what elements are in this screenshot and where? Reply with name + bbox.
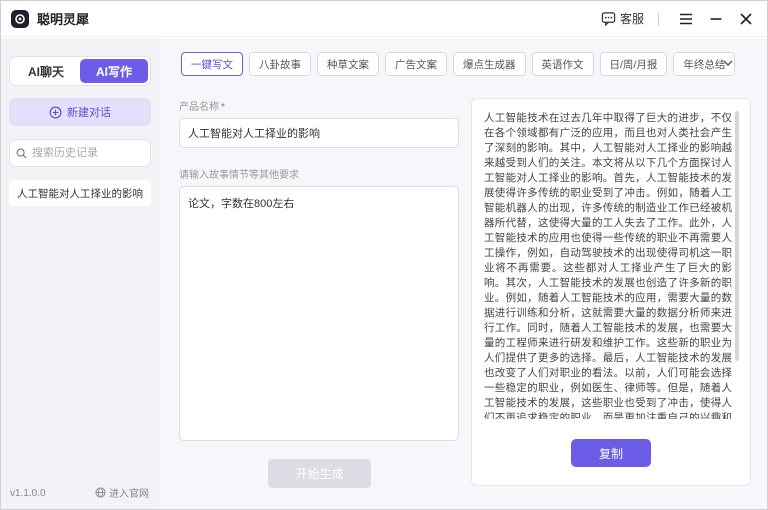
titlebar-divider xyxy=(658,11,659,26)
requirement-textarea[interactable]: 论文，字数在800左右 xyxy=(179,186,459,441)
tab-periodic-report[interactable]: 日/周/月报 xyxy=(599,52,668,76)
tab-gossip-story[interactable]: 八卦故事 xyxy=(249,52,311,76)
product-name-label-text: 产品名称 xyxy=(179,102,219,113)
tab-ai-writing[interactable]: AI写作 xyxy=(80,59,148,83)
minimize-icon xyxy=(710,17,722,20)
mode-toggle: AI聊天 AI写作 xyxy=(9,56,151,86)
menu-icon xyxy=(680,13,692,24)
main-panel: 一键写文 八卦故事 种草文案 广告文案 爆点生成器 英语作文 日/周/月报 年终… xyxy=(159,38,767,509)
writing-type-tabs: 一键写文 八卦故事 种草文案 广告文案 爆点生成器 英语作文 日/周/月报 年终… xyxy=(181,52,736,76)
globe-icon xyxy=(95,487,106,498)
history-search-input[interactable] xyxy=(32,147,142,159)
tab-english-essay[interactable]: 英语作文 xyxy=(531,52,594,76)
product-name-input[interactable] xyxy=(179,118,459,148)
tab-recommendation-copy[interactable]: 种草文案 xyxy=(317,52,379,76)
app-window: 聪明灵犀 客服 AI聊天 AI写作 新建对话 搜索历史记录 人工智能对人工择业的… xyxy=(0,0,768,510)
visit-website-label: 进入官网 xyxy=(109,489,149,500)
new-chat-label: 新建对话 xyxy=(67,107,111,119)
more-tabs-button[interactable] xyxy=(719,54,737,72)
tab-hook-generator[interactable]: 爆点生成器 xyxy=(453,52,526,76)
tab-one-click-writing[interactable]: 一键写文 xyxy=(181,52,243,76)
start-generate-button[interactable]: 开始生成 xyxy=(268,459,371,488)
output-scrollbar[interactable] xyxy=(735,111,739,361)
visit-website-link[interactable]: 进入官网 xyxy=(95,485,149,500)
copy-button[interactable]: 复制 xyxy=(571,439,651,467)
chevron-down-icon xyxy=(723,60,733,66)
menu-button[interactable] xyxy=(673,6,699,32)
app-title: 聪明灵犀 xyxy=(37,12,90,27)
new-chat-button[interactable]: 新建对话 xyxy=(9,98,151,126)
tab-ai-chat[interactable]: AI聊天 xyxy=(12,59,80,83)
required-mark: * xyxy=(221,102,225,113)
generated-text: 人工智能技术在过去几年中取得了巨大的进步，不仅在各个领域都有广泛的应用，而且也对… xyxy=(484,112,732,419)
plus-circle-icon xyxy=(49,106,62,118)
requirement-label: 请输入故事情节等其他要求 xyxy=(179,170,299,181)
customer-service-button[interactable]: 客服 xyxy=(601,10,644,27)
title-bar: 聪明灵犀 客服 xyxy=(1,1,767,37)
app-logo-icon xyxy=(11,9,29,28)
minimize-button[interactable] xyxy=(703,6,729,32)
version-label: v1.1.0.0 xyxy=(10,488,46,499)
product-name-label: 产品名称 * xyxy=(179,98,225,113)
search-icon xyxy=(16,148,27,159)
close-icon xyxy=(740,12,752,25)
tab-ad-copy[interactable]: 广告文案 xyxy=(385,52,447,76)
sidebar: AI聊天 AI写作 新建对话 人工智能对人工择业的影响 v1.1.0.0 进入官… xyxy=(1,38,159,509)
close-button[interactable] xyxy=(733,6,759,32)
customer-service-label: 客服 xyxy=(619,12,644,26)
history-item[interactable]: 人工智能对人工择业的影响 xyxy=(9,180,151,206)
chat-bubble-icon xyxy=(601,12,616,26)
history-search xyxy=(9,139,151,167)
output-panel: 人工智能技术在过去几年中取得了巨大的进步，不仅在各个领域都有广泛的应用，而且也对… xyxy=(471,98,751,486)
